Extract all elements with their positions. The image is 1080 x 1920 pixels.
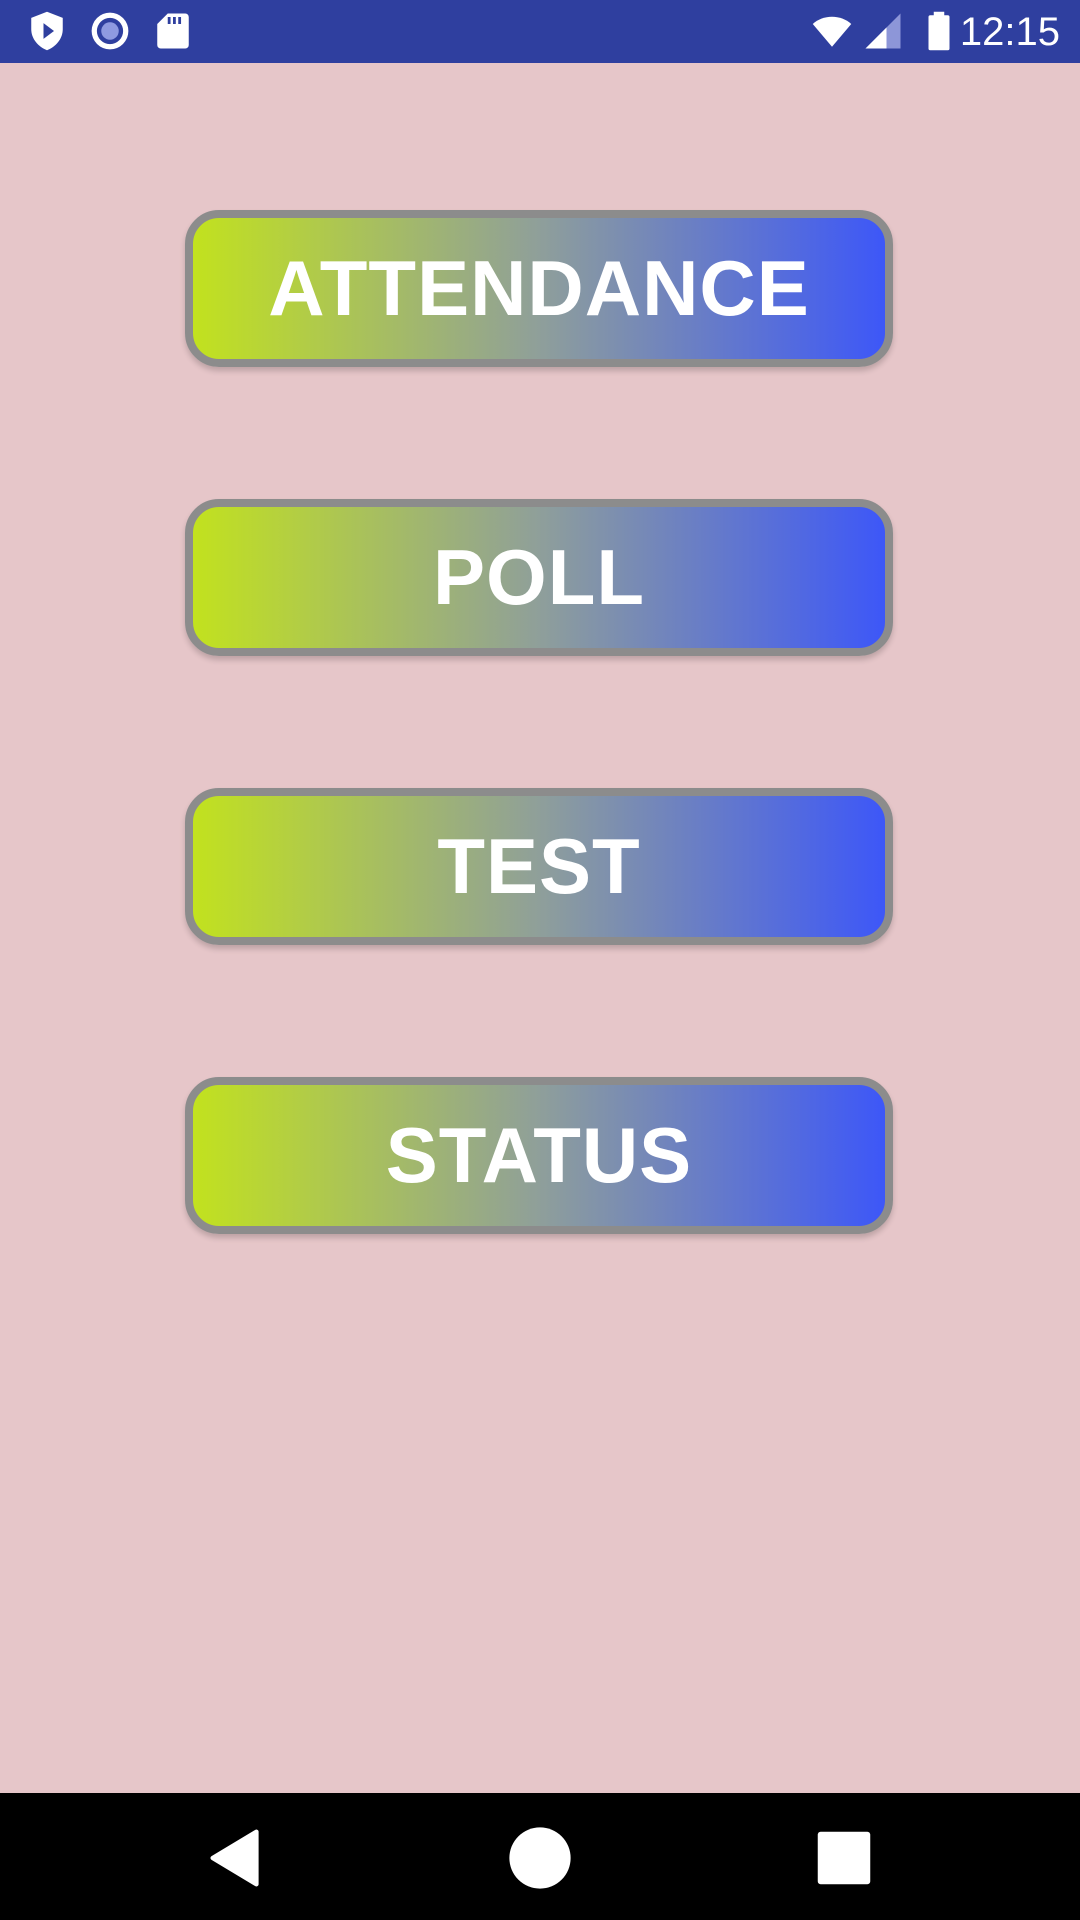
attendance-button-label: ATTENDANCE xyxy=(268,244,810,332)
poll-button[interactable]: POLL xyxy=(185,499,893,656)
status-time: 12:15 xyxy=(959,10,1060,54)
navigation-bar xyxy=(0,1793,1080,1920)
poll-button-label: POLL xyxy=(433,533,645,621)
test-button[interactable]: TEST xyxy=(185,788,893,945)
status-bar: 12:15 xyxy=(0,0,1080,63)
test-button-label: TEST xyxy=(437,822,641,910)
status-button[interactable]: STATUS xyxy=(185,1077,893,1234)
sd-card-icon xyxy=(157,13,189,49)
recents-icon[interactable] xyxy=(809,1823,879,1893)
cell-signal-icon xyxy=(865,13,901,49)
main-content: ATTENDANCE POLL TEST STATUS xyxy=(0,63,1080,1793)
wifi-icon xyxy=(812,16,852,47)
battery-icon xyxy=(928,11,950,51)
record-icon xyxy=(91,12,129,50)
home-icon[interactable] xyxy=(505,1823,575,1893)
status-button-label: STATUS xyxy=(385,1111,693,1199)
play-protect-icon xyxy=(31,11,63,51)
attendance-button[interactable]: ATTENDANCE xyxy=(185,210,893,367)
back-icon[interactable] xyxy=(201,1823,271,1893)
